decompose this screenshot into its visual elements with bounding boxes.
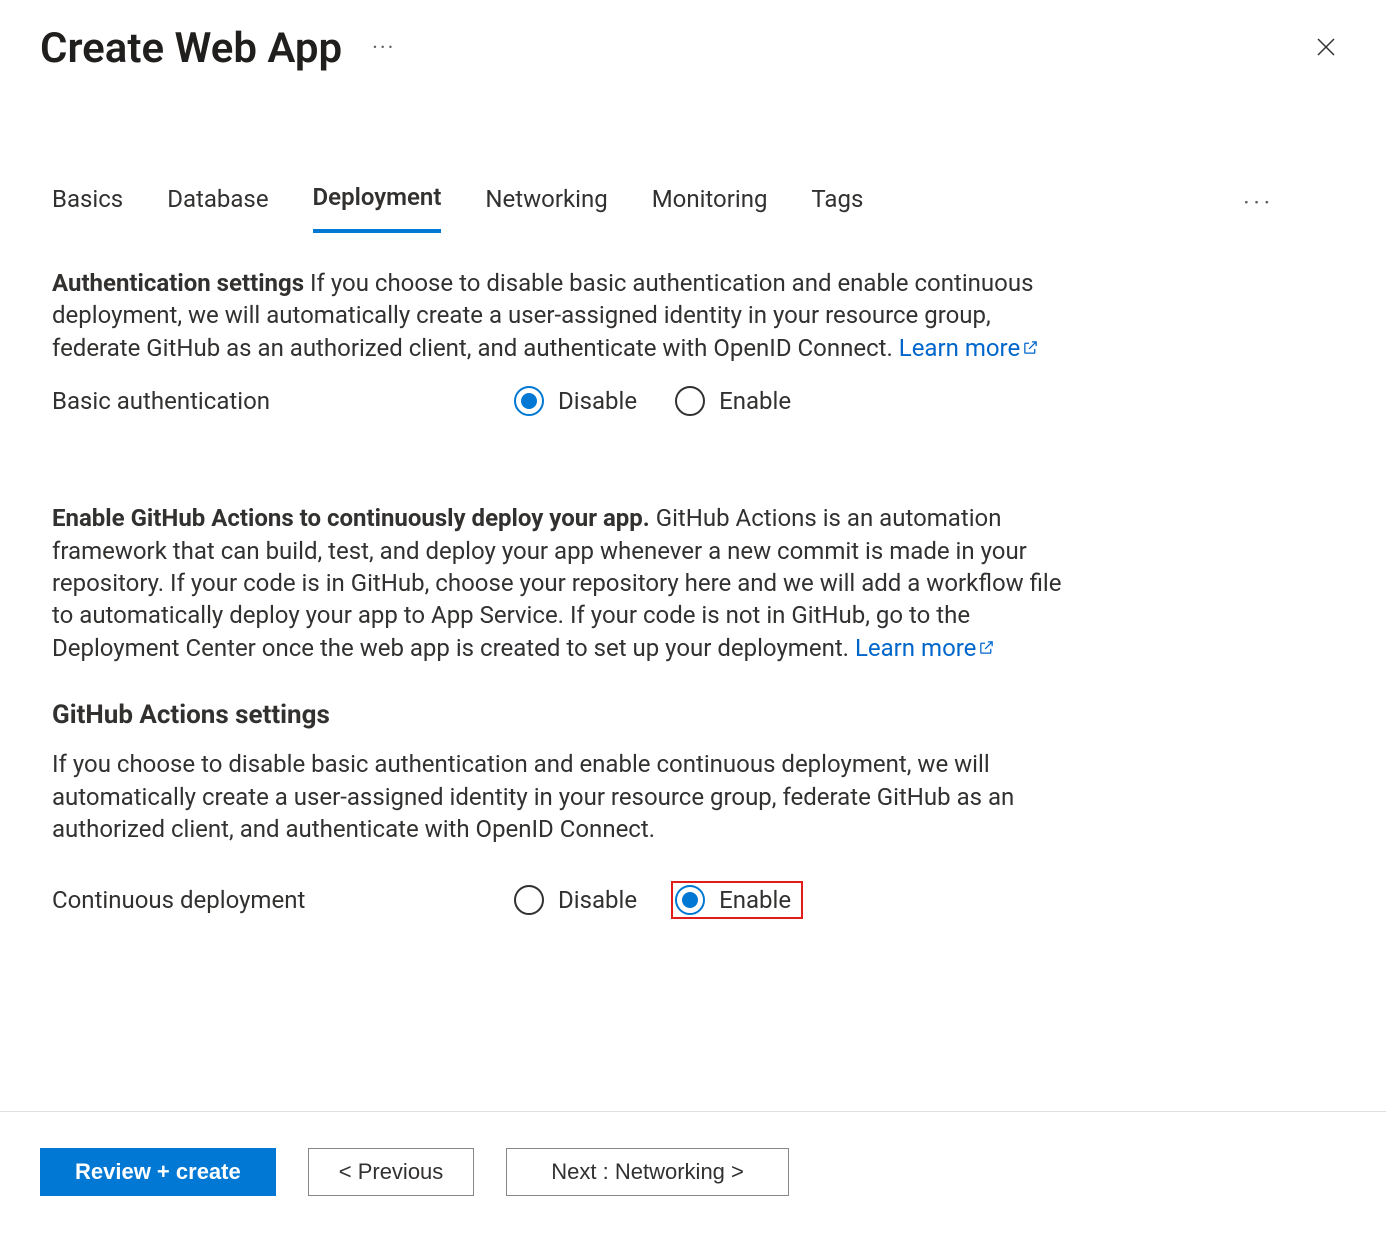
wizard-tabs: Basics Database Deployment Networking Mo… xyxy=(0,173,1386,233)
tab-basics[interactable]: Basics xyxy=(52,175,123,231)
external-link-icon xyxy=(978,632,995,664)
auth-learn-more-label: Learn more xyxy=(899,334,1020,362)
continuous-deployment-label: Continuous deployment xyxy=(52,886,510,914)
continuous-deployment-enable-radio[interactable]: Enable xyxy=(671,881,803,919)
continuous-deployment-radio-group: Disable Enable xyxy=(510,881,803,919)
tab-monitoring[interactable]: Monitoring xyxy=(652,175,768,231)
page-title: Create Web App xyxy=(40,24,342,73)
github-actions-settings-heading: GitHub Actions settings xyxy=(52,700,1078,730)
github-section-text: Enable GitHub Actions to continuously de… xyxy=(52,502,1078,664)
review-create-button[interactable]: Review + create xyxy=(40,1148,276,1196)
wizard-footer: Review + create < Previous Next : Networ… xyxy=(0,1111,1386,1236)
tab-database[interactable]: Database xyxy=(167,175,268,231)
more-options-icon[interactable]: ··· xyxy=(372,36,395,61)
basic-auth-disable-label: Disable xyxy=(558,387,637,415)
tab-networking[interactable]: Networking xyxy=(485,175,607,231)
auth-section-text: Authentication settings If you choose to… xyxy=(52,267,1078,364)
github-section-title: Enable GitHub Actions to continuously de… xyxy=(52,504,650,532)
page-header: Create Web App ··· xyxy=(0,0,1386,73)
close-icon[interactable] xyxy=(1306,27,1346,71)
basic-auth-disable-radio[interactable]: Disable xyxy=(510,382,645,420)
auth-learn-more-link[interactable]: Learn more xyxy=(899,334,1039,362)
github-learn-more-label: Learn more xyxy=(855,634,976,662)
next-networking-button[interactable]: Next : Networking > xyxy=(506,1148,789,1196)
radio-selected-icon xyxy=(675,885,705,915)
continuous-deployment-disable-radio[interactable]: Disable xyxy=(510,881,645,919)
github-actions-settings-description: If you choose to disable basic authentic… xyxy=(52,748,1078,845)
radio-unselected-icon xyxy=(514,885,544,915)
basic-auth-enable-label: Enable xyxy=(719,387,791,415)
github-learn-more-link[interactable]: Learn more xyxy=(855,634,995,662)
continuous-deployment-disable-label: Disable xyxy=(558,886,637,914)
header-left: Create Web App ··· xyxy=(40,24,395,73)
external-link-icon xyxy=(1022,332,1039,364)
basic-auth-radio-group: Disable Enable xyxy=(510,382,799,420)
radio-unselected-icon xyxy=(675,386,705,416)
previous-button[interactable]: < Previous xyxy=(308,1148,475,1196)
tab-tags[interactable]: Tags xyxy=(811,175,863,231)
tabs-overflow-icon[interactable]: ··· xyxy=(1243,189,1334,217)
continuous-deployment-enable-label: Enable xyxy=(719,886,791,914)
continuous-deployment-row: Continuous deployment Disable Enable xyxy=(52,881,1078,919)
tab-deployment[interactable]: Deployment xyxy=(313,173,442,233)
content-area: Authentication settings If you choose to… xyxy=(0,233,1130,919)
basic-auth-enable-radio[interactable]: Enable xyxy=(671,382,799,420)
basic-auth-row: Basic authentication Disable Enable xyxy=(52,382,1078,420)
radio-selected-icon xyxy=(514,386,544,416)
basic-auth-label: Basic authentication xyxy=(52,387,510,415)
auth-section-title: Authentication settings xyxy=(52,269,304,297)
